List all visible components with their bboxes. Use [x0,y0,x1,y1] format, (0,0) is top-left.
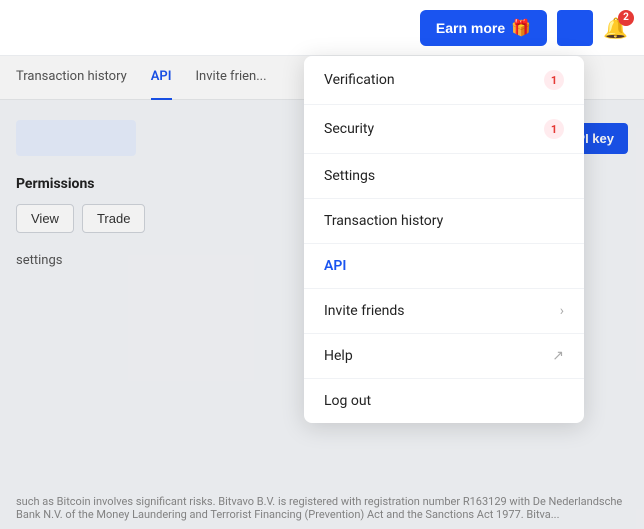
earn-more-label: Earn more [436,20,505,36]
menu-item-security[interactable]: Security 1 [304,105,584,154]
menu-item-badge: 1 [544,119,564,139]
menu-item-help[interactable]: Help ↗ [304,334,584,379]
header: Earn more 🎁 🔔 2 [0,0,644,56]
menu-item-verification[interactable]: Verification 1 [304,56,584,105]
menu-item-log-out[interactable]: Log out [304,379,584,423]
dropdown-menu: Verification 1 Security 1 Settings Transactio… [304,56,584,423]
menu-item-label: Help [324,348,353,364]
menu-item-api[interactable]: API [304,244,584,289]
menu-item-label: Log out [324,393,371,409]
menu-item-label: Transaction history [324,213,443,229]
chevron-right-icon: › [560,303,564,319]
menu-item-settings[interactable]: Settings [304,154,584,199]
menu-item-label: Invite friends [324,303,405,319]
menu-item-label: Settings [324,168,375,184]
menu-item-invite-friends[interactable]: Invite friends › [304,289,584,334]
avatar-button[interactable] [557,10,593,46]
menu-item-label: Security [324,121,374,137]
gift-icon: 🎁 [511,18,531,38]
bell-wrapper[interactable]: 🔔 2 [603,16,628,40]
menu-item-transaction-history[interactable]: Transaction history [304,199,584,244]
external-link-icon: ↗ [552,348,564,364]
menu-item-label: API [324,258,346,274]
earn-more-button[interactable]: Earn more 🎁 [420,10,547,46]
notification-badge: 2 [618,10,634,26]
menu-item-label: Verification [324,72,395,88]
menu-item-badge: 1 [544,70,564,90]
